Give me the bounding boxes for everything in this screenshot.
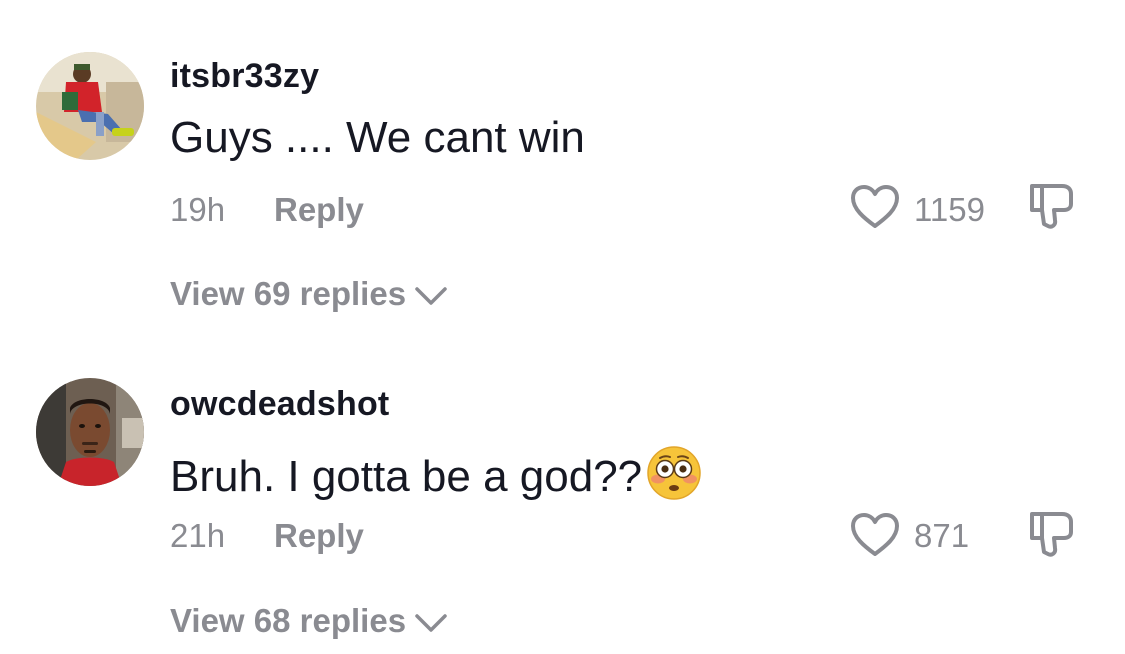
avatar-image [36,378,144,486]
reply-button[interactable]: Reply [274,517,364,555]
flushed-face-emoji [646,445,702,512]
comment-text: Bruh. I gotta be a god?? [170,445,702,512]
thumbs-down-outline-icon[interactable] [1024,508,1078,560]
comment-username[interactable]: owcdeadshot [170,385,389,424]
view-replies-label: View 68 replies [170,602,407,639]
heart-outline-icon[interactable] [850,512,900,558]
chevron-down-icon [414,604,448,642]
comment-text-content: Bruh. I gotta be a god?? [170,452,643,501]
comment-item: owcdeadshot Bruh. I gotta be a god?? 21h… [0,0,1125,654]
avatar[interactable] [36,378,144,486]
view-replies-button[interactable]: View 68 replies [170,602,448,642]
like-count: 871 [914,517,970,554]
comment-timestamp: 21h [170,517,226,554]
